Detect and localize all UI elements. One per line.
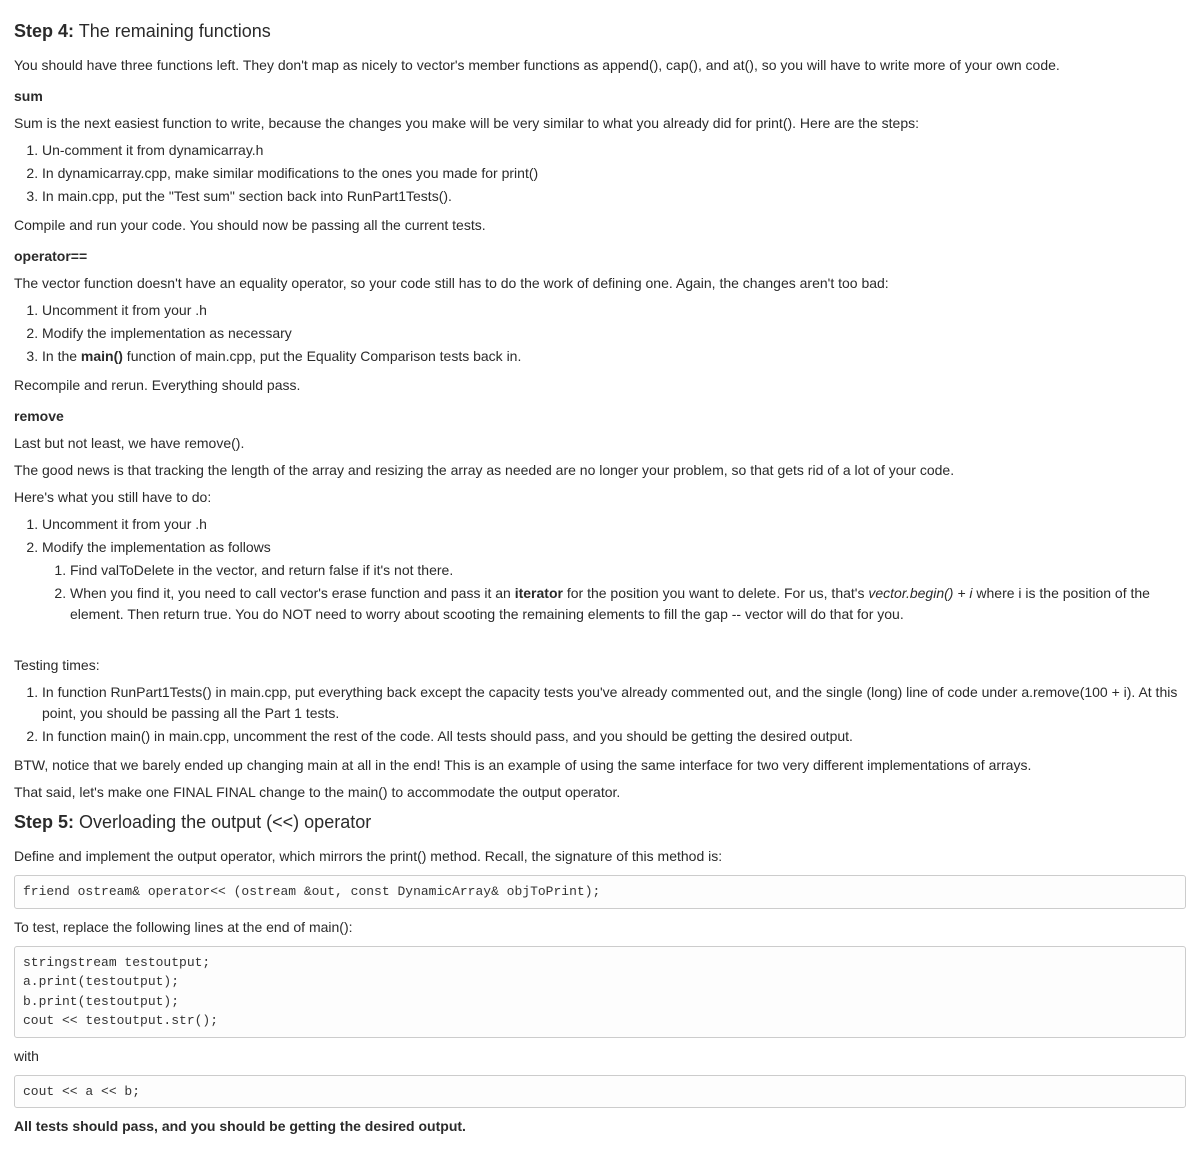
step5-p1: Define and implement the output operator…: [14, 846, 1186, 867]
operator-heading: operator==: [14, 246, 1186, 267]
remove-heading: remove: [14, 406, 1186, 427]
li-bold: iterator: [515, 585, 563, 601]
operator-p1: The vector function doesn't have an equa…: [14, 273, 1186, 294]
testing-list: In function RunPart1Tests() in main.cpp,…: [14, 682, 1186, 747]
list-item: When you find it, you need to call vecto…: [70, 583, 1186, 625]
testing-p2: That said, let's make one FINAL FINAL ch…: [14, 782, 1186, 803]
step5-title: Overloading the output (<<) operator: [79, 812, 371, 832]
list-item: In function main() in main.cpp, uncommen…: [42, 726, 1186, 747]
step4-label: Step 4:: [14, 21, 74, 41]
operator-list: Uncomment it from your .h Modify the imp…: [14, 300, 1186, 367]
list-item: Modify the implementation as follows Fin…: [42, 537, 1186, 625]
list-item: In dynamicarray.cpp, make similar modifi…: [42, 163, 1186, 184]
list-item: Un-comment it from dynamicarray.h: [42, 140, 1186, 161]
remove-p2: The good news is that tracking the lengt…: [14, 460, 1186, 481]
list-item: In the main() function of main.cpp, put …: [42, 346, 1186, 367]
step5-p4: All tests should pass, and you should be…: [14, 1116, 1186, 1137]
remove-p1: Last but not least, we have remove().: [14, 433, 1186, 454]
code-block-2: stringstream testoutput; a.print(testout…: [14, 946, 1186, 1038]
li-text: function of main.cpp, put the Equality C…: [123, 348, 521, 364]
li-text: When you find it, you need to call vecto…: [70, 585, 515, 601]
remove-p3: Here's what you still have to do:: [14, 487, 1186, 508]
li-text: In the: [42, 348, 81, 364]
step5-label: Step 5:: [14, 812, 74, 832]
remove-sublist: Find valToDelete in the vector, and retu…: [42, 560, 1186, 625]
li-bold: main(): [81, 348, 123, 364]
sum-list: Un-comment it from dynamicarray.h In dyn…: [14, 140, 1186, 207]
list-item: In main.cpp, put the "Test sum" section …: [42, 186, 1186, 207]
remove-list: Uncomment it from your .h Modify the imp…: [14, 514, 1186, 625]
list-item: Find valToDelete in the vector, and retu…: [70, 560, 1186, 581]
step4-title: The remaining functions: [79, 21, 271, 41]
step5-heading: Step 5: Overloading the output (<<) oper…: [14, 809, 1186, 836]
operator-p2: Recompile and rerun. Everything should p…: [14, 375, 1186, 396]
li-italic: vector.begin() + i: [868, 585, 972, 601]
code-block-1: friend ostream& operator<< (ostream &out…: [14, 875, 1186, 909]
code-block-3: cout << a << b;: [14, 1075, 1186, 1109]
sum-p1: Sum is the next easiest function to writ…: [14, 113, 1186, 134]
step4-intro: You should have three functions left. Th…: [14, 55, 1186, 76]
testing-heading: Testing times:: [14, 655, 1186, 676]
testing-p1: BTW, notice that we barely ended up chan…: [14, 755, 1186, 776]
li-text: for the position you want to delete. For…: [563, 585, 868, 601]
list-item: Uncomment it from your .h: [42, 514, 1186, 535]
list-item: Modify the implementation as necessary: [42, 323, 1186, 344]
spacer: [14, 633, 1186, 649]
step4-heading: Step 4: The remaining functions: [14, 18, 1186, 45]
list-item: Uncomment it from your .h: [42, 300, 1186, 321]
step5-p2: To test, replace the following lines at …: [14, 917, 1186, 938]
sum-heading: sum: [14, 86, 1186, 107]
step5-p3: with: [14, 1046, 1186, 1067]
sum-p2: Compile and run your code. You should no…: [14, 215, 1186, 236]
li-text: Modify the implementation as follows: [42, 539, 271, 555]
list-item: In function RunPart1Tests() in main.cpp,…: [42, 682, 1186, 724]
